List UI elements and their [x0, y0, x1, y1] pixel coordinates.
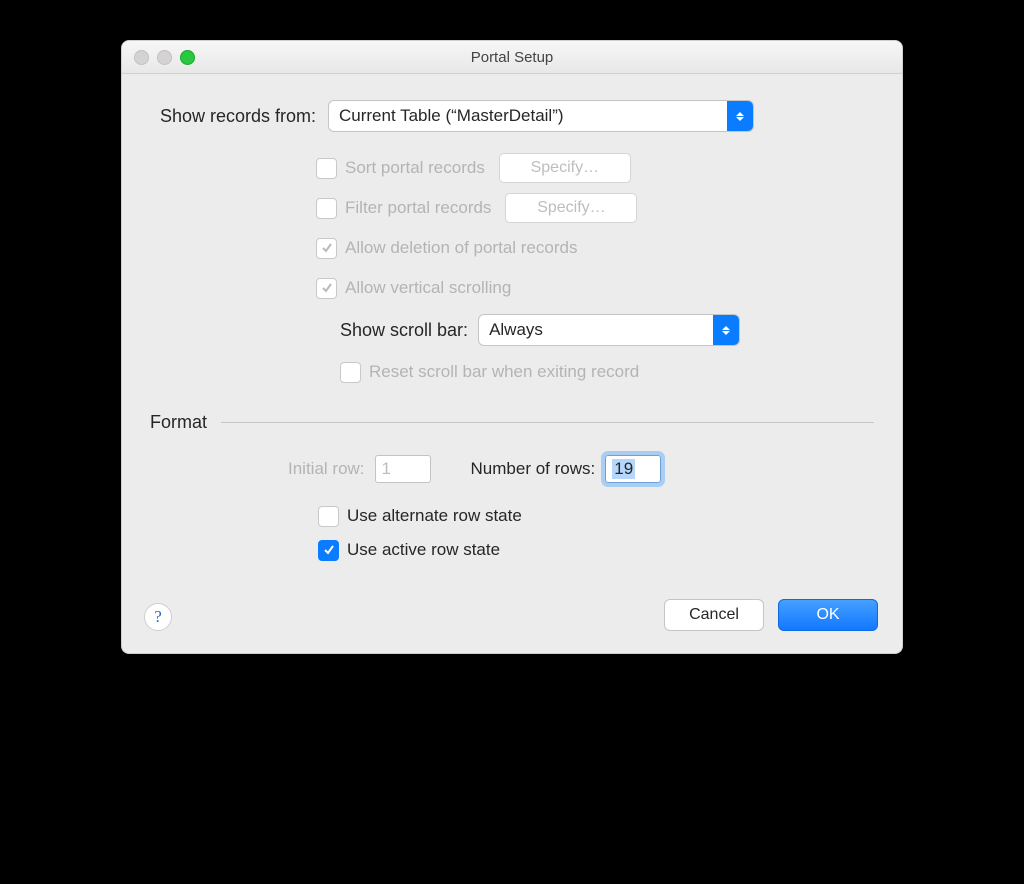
scrollbar-popup[interactable]: Always	[478, 314, 740, 346]
stepper-icon	[727, 101, 753, 131]
format-checkboxes: Use alternate row state Use active row s…	[150, 499, 874, 567]
allow-scroll-label: Allow vertical scrolling	[345, 278, 511, 298]
format-heading-row: Format	[150, 412, 874, 433]
sort-records-label: Sort portal records	[345, 158, 485, 178]
scrollbar-row: Show scroll bar: Always	[316, 308, 874, 352]
content-area: Show records from: Current Table (“Maste…	[122, 74, 902, 585]
help-button[interactable]: ?	[144, 603, 172, 631]
portal-setup-window: Portal Setup Show records from: Current …	[121, 40, 903, 654]
allow-delete-row: Allow deletion of portal records	[316, 228, 874, 268]
show-records-row: Show records from: Current Table (“Maste…	[150, 100, 874, 132]
filter-records-checkbox[interactable]	[316, 198, 337, 219]
active-row-label: Use active row state	[347, 540, 500, 560]
show-records-label: Show records from:	[150, 106, 328, 127]
num-rows-label: Number of rows:	[471, 459, 596, 479]
ok-button[interactable]: OK	[778, 599, 878, 631]
allow-delete-checkbox[interactable]	[316, 238, 337, 259]
sort-specify-button[interactable]: Specify…	[499, 153, 631, 183]
alt-row-checkbox[interactable]	[318, 506, 339, 527]
show-records-popup[interactable]: Current Table (“MasterDetail”)	[328, 100, 754, 132]
footer: ? Cancel OK	[122, 585, 902, 653]
scrollbar-value: Always	[489, 320, 543, 340]
sort-records-checkbox[interactable]	[316, 158, 337, 179]
scrollbar-label: Show scroll bar:	[340, 320, 468, 341]
options-block: Sort portal records Specify… Filter port…	[316, 148, 874, 392]
alt-row-state-row: Use alternate row state	[318, 499, 874, 533]
alt-row-label: Use alternate row state	[347, 506, 522, 526]
format-row: Initial row: 1 Number of rows: 19	[150, 455, 874, 483]
reset-scroll-checkbox[interactable]	[340, 362, 361, 383]
cancel-button[interactable]: Cancel	[664, 599, 764, 631]
allow-delete-label: Allow deletion of portal records	[345, 238, 577, 258]
show-records-value: Current Table (“MasterDetail”)	[339, 106, 564, 126]
format-heading: Format	[150, 412, 207, 433]
active-row-checkbox[interactable]	[318, 540, 339, 561]
initial-row-field[interactable]: 1	[375, 455, 431, 483]
titlebar: Portal Setup	[122, 41, 902, 74]
window-title: Portal Setup	[122, 49, 902, 66]
num-rows-field[interactable]: 19	[605, 455, 661, 483]
active-row-state-row: Use active row state	[318, 533, 874, 567]
allow-scroll-checkbox[interactable]	[316, 278, 337, 299]
reset-scroll-row: Reset scroll bar when exiting record	[340, 352, 874, 392]
divider	[221, 422, 874, 423]
sort-records-row: Sort portal records Specify…	[316, 148, 874, 188]
filter-records-label: Filter portal records	[345, 198, 491, 218]
reset-scroll-label: Reset scroll bar when exiting record	[369, 362, 639, 382]
filter-records-row: Filter portal records Specify…	[316, 188, 874, 228]
stepper-icon	[713, 315, 739, 345]
filter-specify-button[interactable]: Specify…	[505, 193, 637, 223]
allow-scroll-row: Allow vertical scrolling	[316, 268, 874, 308]
initial-row-label: Initial row:	[288, 459, 365, 479]
